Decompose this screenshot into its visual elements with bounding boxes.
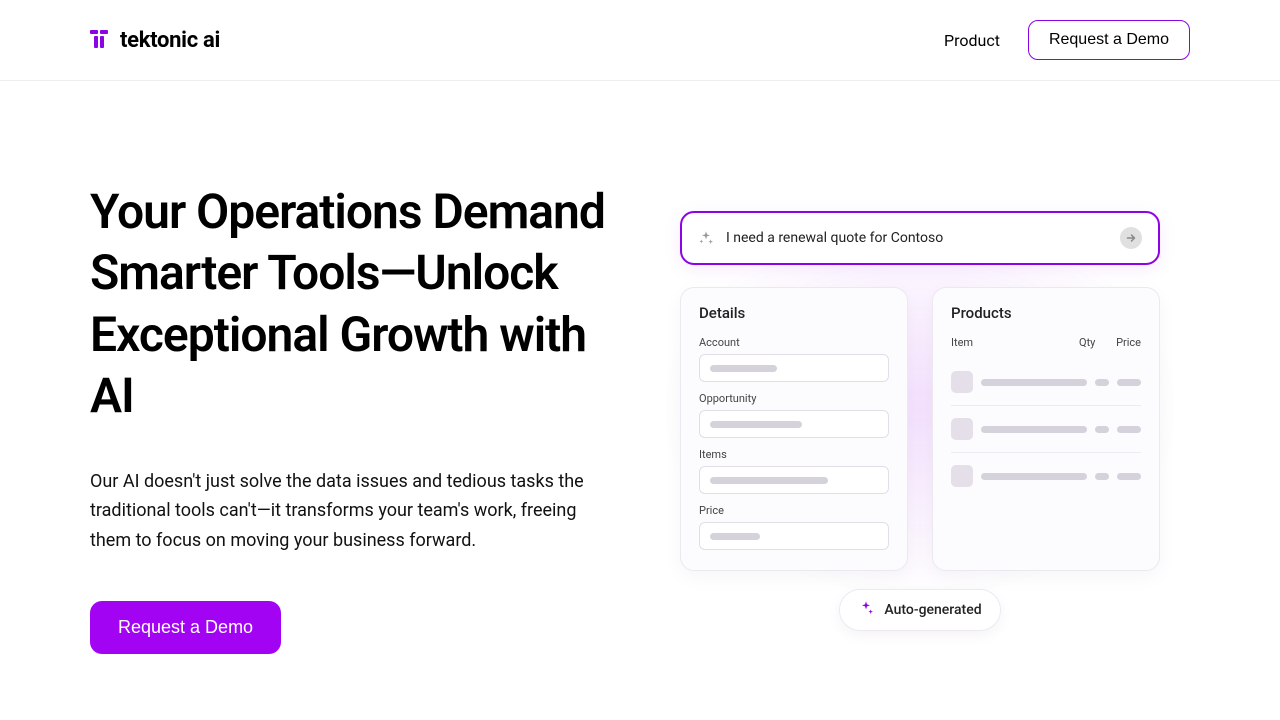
field-label-opportunity: Opportunity	[699, 392, 889, 405]
product-name-placeholder	[981, 473, 1087, 480]
top-nav: Product Request a Demo	[944, 20, 1190, 60]
product-name-placeholder	[981, 379, 1087, 386]
product-qty-placeholder	[1095, 473, 1109, 480]
nav-request-demo-button[interactable]: Request a Demo	[1028, 20, 1190, 60]
panels-row: Details Account Opportunity Items Price …	[680, 287, 1160, 571]
hero-headline: Your Operations Demand Smarter Tools—Unl…	[90, 181, 610, 427]
nav-link-product[interactable]: Product	[944, 31, 1000, 50]
details-panel: Details Account Opportunity Items Price	[680, 287, 908, 571]
product-qty-placeholder	[1095, 379, 1109, 386]
field-box-items	[699, 466, 889, 494]
hero-illustration: I need a renewal quote for Contoso Detai…	[650, 181, 1190, 654]
field-label-account: Account	[699, 336, 889, 349]
field-box-opportunity	[699, 410, 889, 438]
products-col-item: Item	[951, 336, 1071, 349]
product-thumb-placeholder	[951, 465, 973, 487]
product-qty-placeholder	[1095, 426, 1109, 433]
field-label-price: Price	[699, 504, 889, 517]
illustration-stack: I need a renewal quote for Contoso Detai…	[680, 211, 1160, 654]
site-header: tektonic ai Product Request a Demo	[0, 0, 1280, 81]
products-col-price: Price	[1111, 336, 1141, 349]
products-header-row: Item Qty Price	[951, 336, 1141, 349]
product-row	[951, 406, 1141, 453]
product-thumb-placeholder	[951, 418, 973, 440]
product-price-placeholder	[1117, 379, 1141, 386]
products-panel: Products Item Qty Price	[932, 287, 1160, 571]
product-thumb-placeholder	[951, 371, 973, 393]
hero-subhead: Our AI doesn't just solve the data issue…	[90, 467, 600, 556]
details-panel-title: Details	[699, 304, 889, 322]
field-box-account	[699, 354, 889, 382]
hero-copy: Your Operations Demand Smarter Tools—Unl…	[90, 181, 610, 654]
products-col-qty: Qty	[1079, 336, 1103, 349]
sparkle-icon	[858, 600, 874, 620]
field-box-price	[699, 522, 889, 550]
brand-name: tektonic ai	[120, 28, 220, 53]
ai-prompt-text: I need a renewal quote for Contoso	[726, 230, 1108, 246]
products-panel-title: Products	[951, 304, 1141, 322]
product-row	[951, 359, 1141, 406]
hero-section: Your Operations Demand Smarter Tools—Unl…	[0, 81, 1280, 654]
auto-generated-label: Auto-generated	[884, 602, 981, 618]
sparkle-icon	[698, 230, 714, 246]
brand-logo[interactable]: tektonic ai	[90, 28, 220, 53]
product-price-placeholder	[1117, 426, 1141, 433]
brand-logo-icon	[90, 30, 110, 50]
product-price-placeholder	[1117, 473, 1141, 480]
product-name-placeholder	[981, 426, 1087, 433]
submit-arrow-icon	[1120, 227, 1142, 249]
auto-generated-badge: Auto-generated	[839, 589, 1000, 631]
ai-prompt-bar: I need a renewal quote for Contoso	[680, 211, 1160, 265]
field-label-items: Items	[699, 448, 889, 461]
product-row	[951, 453, 1141, 499]
hero-request-demo-button[interactable]: Request a Demo	[90, 601, 281, 654]
